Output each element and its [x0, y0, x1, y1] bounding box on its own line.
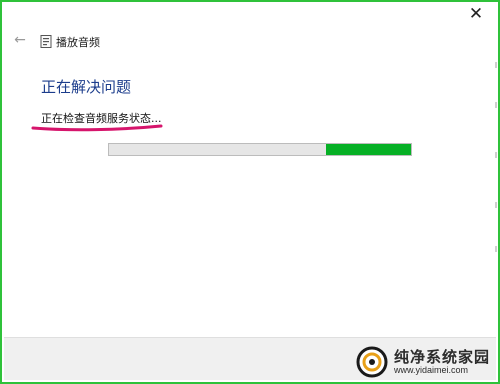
watermark-url: www.yidaimei.com [393, 364, 469, 375]
back-arrow-icon: ← [14, 32, 26, 48]
close-icon: ✕ [468, 3, 484, 24]
site-logo-icon [356, 346, 388, 378]
progress-bar [108, 143, 412, 156]
site-watermark: 纯净系统家园 www.yidaimei.com [356, 346, 490, 378]
watermark-name: 纯净系统家园 [393, 347, 490, 366]
progress-indicator [326, 144, 411, 155]
troubleshooter-window: ✕ ← 播放音频 正在解决问题 正在检查音频服务状态... [0, 0, 500, 384]
close-button[interactable]: ✕ [466, 4, 486, 24]
highlight-underline [31, 124, 163, 132]
edge-dashes [495, 62, 497, 252]
back-button[interactable]: ← [12, 32, 28, 48]
page-heading: 正在解决问题 [41, 78, 132, 96]
troubleshooter-icon [40, 35, 52, 48]
window-title: 播放音频 [56, 36, 100, 49]
